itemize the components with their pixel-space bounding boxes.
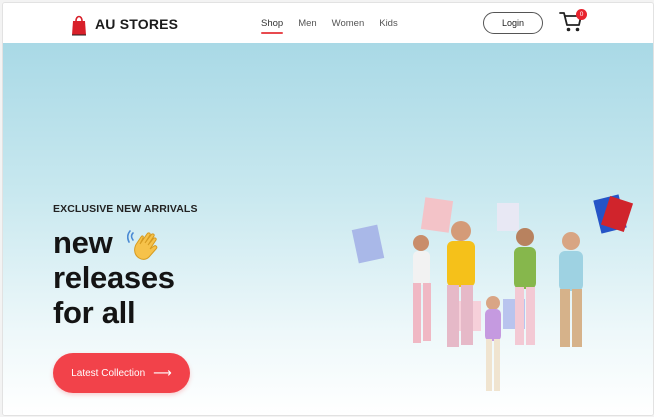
- cta-label: Latest Collection: [71, 367, 146, 379]
- brand-logo[interactable]: AU STORES: [69, 11, 178, 37]
- headline-line-3: for all: [53, 295, 136, 330]
- site-header: AU STORES Shop Men Women Kids Login 0: [3, 3, 653, 43]
- arrow-right-icon: ⟶: [153, 365, 172, 380]
- shopping-bag-logo-icon: [72, 15, 86, 36]
- nav-shop[interactable]: Shop: [261, 18, 284, 34]
- nav-women[interactable]: Women: [332, 18, 365, 29]
- headline-line-2: releases: [53, 260, 175, 295]
- brand-name: AU STORES: [95, 16, 179, 32]
- browser-frame: AU STORES Shop Men Women Kids Login 0 EX…: [2, 2, 654, 416]
- cart-count-badge: 0: [576, 9, 587, 20]
- hero-headline: new releases for all: [53, 225, 175, 330]
- headline-line-1: new: [53, 225, 113, 260]
- login-button[interactable]: Login: [483, 12, 543, 34]
- waving-hand-icon: [126, 230, 158, 260]
- latest-collection-button[interactable]: Latest Collection ⟶: [53, 353, 190, 393]
- hero-eyebrow: EXCLUSIVE NEW ARRIVALS: [53, 203, 198, 215]
- nav-kids[interactable]: Kids: [379, 18, 397, 29]
- nav-men[interactable]: Men: [298, 18, 316, 29]
- hero-section: EXCLUSIVE NEW ARRIVALS new releases for …: [3, 43, 653, 415]
- family-shopping-illustration: [351, 194, 634, 391]
- cart-button[interactable]: 0: [559, 9, 589, 37]
- main-nav: Shop Men Women Kids: [261, 3, 413, 43]
